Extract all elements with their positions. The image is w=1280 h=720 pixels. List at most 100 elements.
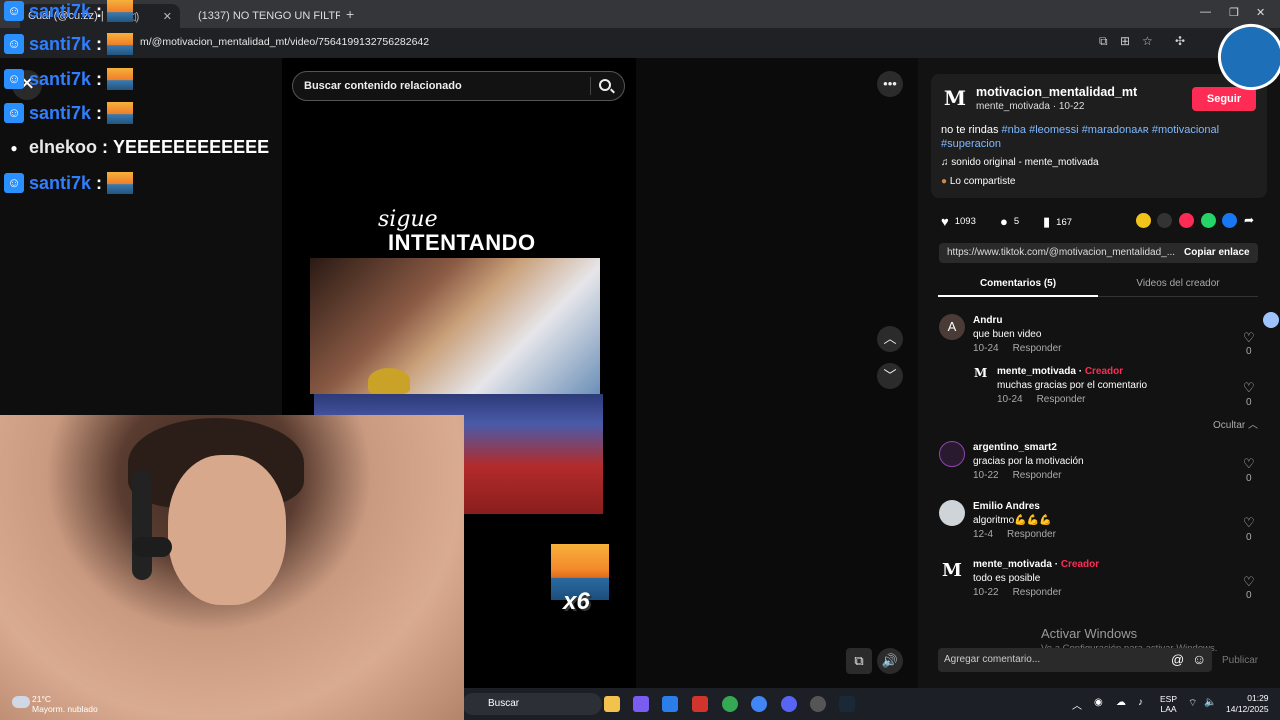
speaker-icon[interactable]: 🔈 bbox=[1204, 697, 1216, 708]
copilot-icon[interactable] bbox=[633, 696, 649, 712]
taskbar-clock[interactable]: 01:29 14/12/2025 bbox=[1226, 693, 1269, 715]
commenter-avatar[interactable]: A bbox=[939, 314, 965, 340]
save-button[interactable]: ▮ 167 bbox=[1043, 214, 1072, 230]
reply-link[interactable]: Responder bbox=[1013, 470, 1062, 481]
chrome-icon[interactable] bbox=[722, 696, 738, 712]
new-tab-icon[interactable]: + bbox=[346, 6, 354, 22]
extensions-icon[interactable]: ✣ bbox=[1175, 34, 1185, 48]
tray-mic-icon[interactable]: ♪ bbox=[1138, 697, 1143, 708]
comment-date: 10-24 bbox=[973, 343, 999, 354]
commenter-name[interactable]: argentino_smart2 bbox=[973, 442, 1057, 453]
chat-message: ☺ santi7k: bbox=[4, 33, 134, 55]
comment-like-icon[interactable]: ♡ bbox=[1243, 380, 1255, 396]
taskbar-search[interactable]: Buscar bbox=[462, 693, 602, 715]
commenter-name[interactable]: mente_motivada bbox=[997, 366, 1076, 377]
hide-replies-button[interactable]: Ocultar ︿ bbox=[1213, 416, 1258, 431]
commenter-avatar[interactable]: M bbox=[939, 558, 965, 584]
reply-link[interactable]: Responder bbox=[1007, 529, 1056, 540]
chat-separator: : bbox=[102, 137, 109, 157]
reply-link[interactable]: Responder bbox=[1013, 343, 1062, 354]
next-video-icon[interactable]: ﹀ bbox=[877, 363, 903, 389]
like-button[interactable]: ♥ 1093 bbox=[941, 214, 976, 229]
comment-meta: 10-22 Responder bbox=[973, 587, 1076, 598]
whatsapp-icon[interactable] bbox=[1201, 213, 1216, 228]
hashtag-link[interactable]: #superacion bbox=[941, 138, 1001, 150]
comment-like-icon[interactable]: ♡ bbox=[1243, 330, 1255, 346]
tab-creator-videos[interactable]: Videos del creador bbox=[1098, 278, 1258, 289]
comment-like-icon[interactable]: ♡ bbox=[1243, 456, 1255, 472]
more-options-icon[interactable]: ••• bbox=[877, 71, 903, 97]
hashtag-link[interactable]: #maradonaᴀʀ bbox=[1082, 124, 1149, 136]
file-explorer-icon[interactable] bbox=[604, 696, 620, 712]
search-icon[interactable] bbox=[599, 79, 611, 91]
chat-message: ☺ santi7k: bbox=[4, 0, 134, 22]
tray-chevron-icon[interactable]: ︿ bbox=[1072, 697, 1082, 712]
chat-separator: : bbox=[96, 102, 103, 123]
store-icon[interactable] bbox=[662, 696, 678, 712]
steam-icon[interactable] bbox=[839, 696, 855, 712]
comment-like-icon[interactable]: ♡ bbox=[1243, 574, 1255, 590]
install-icon[interactable]: ⧉ bbox=[1099, 34, 1108, 49]
sunset-emote-icon bbox=[107, 102, 134, 124]
translate-icon[interactable]: ⊞ bbox=[1120, 34, 1130, 48]
discord-icon[interactable] bbox=[781, 696, 797, 712]
hashtag-link[interactable]: #leomessi bbox=[1029, 124, 1079, 136]
emoji-icon[interactable]: ☺ bbox=[1192, 651, 1206, 667]
embed-icon[interactable] bbox=[1157, 213, 1172, 228]
avatar-mini-icon: ● bbox=[941, 176, 950, 187]
chrome-profile-icon[interactable] bbox=[751, 696, 767, 712]
author-username[interactable]: motivacion_mentalidad_mt bbox=[976, 85, 1137, 99]
reply-link[interactable]: Responder bbox=[1037, 394, 1086, 405]
floating-player-icon[interactable]: ⧉ bbox=[846, 648, 872, 674]
close-tab-icon[interactable]: ✕ bbox=[163, 10, 172, 23]
previous-video-icon[interactable]: ︿ bbox=[877, 326, 903, 352]
volume-icon[interactable]: 🔊 bbox=[877, 648, 903, 674]
share-coin-icon[interactable] bbox=[1136, 213, 1151, 228]
video-frame-image-1 bbox=[310, 258, 600, 394]
mention-icon[interactable]: @ bbox=[1171, 652, 1184, 667]
follow-button[interactable]: Seguir bbox=[1192, 87, 1256, 111]
sound-link[interactable]: ♫ sonido original - mente_motivada bbox=[941, 157, 1099, 168]
close-window-icon[interactable]: ✕ bbox=[1256, 6, 1265, 19]
obs-icon[interactable] bbox=[810, 696, 826, 712]
commenter-avatar[interactable] bbox=[939, 441, 965, 467]
share-more-icon[interactable]: ➦ bbox=[1244, 213, 1254, 227]
comment-text: todo es posible bbox=[973, 573, 1041, 584]
comment-button[interactable]: ● 5 bbox=[1000, 214, 1019, 229]
minimize-icon[interactable]: — bbox=[1200, 6, 1211, 18]
comment-meta: 10-24 Responder bbox=[973, 343, 1076, 354]
language-indicator[interactable]: ESP LAA bbox=[1160, 694, 1177, 714]
send-icon[interactable] bbox=[1179, 213, 1194, 228]
url-text[interactable]: m/@motivacion_mentalidad_mt/video/756419… bbox=[140, 36, 429, 48]
weather-widget[interactable]: 21°C Mayorm. nublado bbox=[32, 694, 98, 714]
windows-watermark-title: Activar Windows bbox=[1041, 626, 1138, 641]
hashtag-link[interactable]: #motivacional bbox=[1152, 124, 1219, 136]
comment-text: que buen video bbox=[973, 329, 1042, 340]
author-avatar[interactable]: M bbox=[941, 84, 969, 112]
browser-tab[interactable]: (1337) NO TENGO UN FILTRO ✕ bbox=[184, 4, 340, 28]
hashtag-link[interactable]: #nba bbox=[1002, 124, 1026, 136]
sunset-emote-icon bbox=[107, 33, 134, 55]
commenter-name[interactable]: mente_motivada bbox=[973, 559, 1052, 570]
bookmark-star-icon[interactable]: ☆ bbox=[1142, 34, 1153, 48]
facebook-icon[interactable] bbox=[1222, 213, 1237, 228]
related-search-input[interactable]: Buscar contenido relacionado bbox=[292, 71, 625, 101]
save-count: 167 bbox=[1056, 216, 1073, 228]
tab-comments[interactable]: Comentarios (5) bbox=[938, 278, 1098, 289]
publish-button[interactable]: Publicar bbox=[1222, 655, 1258, 666]
tray-cloud-icon[interactable]: ☁ bbox=[1116, 697, 1126, 708]
tray-app-icon[interactable]: ◉ bbox=[1094, 697, 1103, 708]
wps-icon[interactable] bbox=[692, 696, 708, 712]
restore-icon[interactable]: ❐ bbox=[1229, 6, 1239, 19]
commenter-name[interactable]: Emilio Andres bbox=[973, 501, 1040, 512]
comment-meta: 10-22 Responder bbox=[973, 470, 1076, 481]
wifi-icon[interactable]: ⌔ bbox=[1188, 697, 1197, 710]
reply-avatar[interactable]: M bbox=[974, 366, 987, 380]
copy-link-button[interactable]: Copiar enlace bbox=[1184, 247, 1250, 258]
scroll-mic-icon[interactable] bbox=[1263, 312, 1279, 328]
sunset-emote-icon bbox=[107, 68, 134, 90]
reply-link[interactable]: Responder bbox=[1013, 587, 1062, 598]
commenter-avatar[interactable] bbox=[939, 500, 965, 526]
commenter-name[interactable]: Andru bbox=[973, 315, 1002, 326]
comment-like-icon[interactable]: ♡ bbox=[1243, 515, 1255, 531]
